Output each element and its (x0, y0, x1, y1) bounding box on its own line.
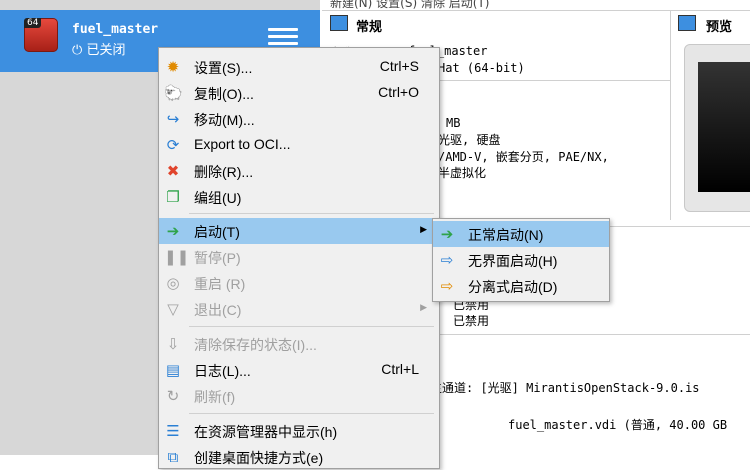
submenu-arrow-icon: ▶ (420, 225, 427, 235)
menu-item-label: 复制(O)... (194, 86, 254, 102)
clone-icon: 🐑 (164, 84, 183, 102)
vm-context-menu: ✹ 设置(S)... Ctrl+S 🐑 复制(O)... Ctrl+O ↪ 移动… (158, 47, 440, 469)
pause-icon: ❚❚ (164, 248, 190, 266)
menu-item-label: 重启 (R) (194, 276, 246, 292)
menu-item-shortcut: Ctrl+O (378, 84, 419, 100)
os-value: Hat (64-bit) (438, 61, 525, 75)
ide-controller-value: 主通道: [光驱] MirantisOpenStack-9.0.is (430, 381, 700, 395)
headless-start-icon: ⇨ (440, 251, 454, 269)
menu-item-pause[interactable]: ❚❚ 暂停(P) (159, 244, 439, 270)
start-submenu: ➔ 正常启动(N) ⇨ 无界面启动(H) ⇨ 分离式启动(D) (432, 218, 610, 302)
menu-item-reset[interactable]: ◎ 重启 (R) (159, 270, 439, 296)
group-icon: ❐ (166, 188, 180, 206)
reset-icon: ◎ (166, 274, 180, 292)
menu-item-label: 设置(S)... (194, 60, 253, 76)
os-logo-icon: 64 (24, 18, 58, 52)
start-arrow-icon: ➔ (166, 222, 180, 240)
submenu-arrow-icon: ▶ (420, 303, 427, 313)
general-section-title: 常规 (356, 20, 383, 35)
menu-item-label: 删除(R)... (194, 164, 254, 180)
menu-item-label: 分离式启动(D) (468, 279, 558, 295)
menu-item-label: 清除保存的状态(I)... (194, 337, 317, 353)
gear-icon: ✹ (166, 58, 180, 76)
menu-item-start[interactable]: ➔ 启动(T) ▶ (159, 218, 439, 244)
menu-item-label: 编组(U) (194, 190, 242, 206)
menu-item-clone[interactable]: 🐑 复制(O)... Ctrl+O (159, 80, 439, 106)
export-icon: ⟳ (166, 136, 180, 154)
menu-item-shortcut: Ctrl+S (379, 58, 419, 74)
menu-item-discard-state[interactable]: ⇩ 清除保存的状态(I)... (159, 331, 439, 357)
explorer-icon: ☰ (166, 422, 180, 440)
menu-item-label: 刷新(f) (194, 389, 236, 405)
discard-icon: ⇩ (166, 335, 180, 353)
menu-item-label: 创建桌面快捷方式(e) (194, 450, 324, 466)
paravirt-value: 半虚拟化 (438, 166, 487, 180)
memory-value: MB (446, 116, 461, 130)
vm-state-label: 已关闭 (86, 43, 126, 58)
menu-separator (189, 213, 434, 214)
menu-item-refresh[interactable]: ↻ 刷新(f) (159, 383, 439, 409)
disabled-value-2: 已禁用 (453, 314, 490, 328)
preview-section-icon (678, 15, 696, 31)
acceleration-value: /AMD-V, 嵌套分页, PAE/NX, (438, 150, 609, 164)
vm-state: ⏻ 已关闭 (72, 39, 125, 58)
detachable-start-icon: ⇨ (440, 277, 454, 295)
refresh-icon: ↻ (166, 387, 180, 405)
log-icon: ▤ (165, 361, 181, 379)
menu-item-show-in-explorer[interactable]: ☰ 在资源管理器中显示(h) (159, 418, 439, 444)
normal-start-icon: ➔ (440, 225, 454, 243)
move-icon: ↪ (166, 110, 180, 128)
menu-item-group[interactable]: ❐ 编组(U) (159, 184, 439, 210)
menu-item-create-shortcut[interactable]: ⧉ 创建桌面快捷方式(e) (159, 444, 439, 470)
vm-item-menu-icon[interactable] (268, 28, 298, 48)
menu-item-label: 移动(M)... (194, 112, 255, 128)
menu-item-log[interactable]: ▤ 日志(L)... Ctrl+L (159, 357, 439, 383)
menu-item-settings[interactable]: ✹ 设置(S)... Ctrl+S (159, 54, 439, 80)
menu-item-label: Export to OCI... (194, 136, 291, 152)
divider (322, 10, 750, 11)
menu-item-label: 退出(C) (194, 302, 242, 318)
divider (670, 10, 671, 220)
menu-item-label: 日志(L)... (194, 363, 251, 379)
menu-item-label: 正常启动(N) (468, 227, 544, 243)
preview-screen (698, 62, 750, 192)
menu-item-label: 暂停(P) (194, 250, 241, 266)
power-icon: ⏻ (72, 43, 83, 58)
boot-order-value: 光驱, 硬盘 (438, 133, 501, 147)
menu-item-label: 启动(T) (194, 224, 240, 240)
shortcut-icon: ⧉ (167, 448, 179, 466)
menu-item-delete[interactable]: ✖ 删除(R)... (159, 158, 439, 184)
menu-separator (189, 326, 434, 327)
menu-item-label: 在资源管理器中显示(h) (194, 424, 338, 440)
menu-item-label: 无界面启动(H) (468, 253, 558, 269)
disk-value: fuel_master.vdi (普通, 40.00 GB (508, 418, 728, 432)
menu-item-close[interactable]: ▽ 退出(C) ▶ (159, 296, 439, 322)
close-down-icon: ▽ (167, 300, 179, 318)
vm-name: fuel_master (72, 22, 159, 37)
delete-icon: ✖ (166, 162, 180, 180)
submenu-item-normal-start[interactable]: ➔ 正常启动(N) (433, 221, 609, 247)
menu-separator (189, 413, 434, 414)
arch-badge: 64 (24, 18, 42, 28)
general-section-icon (330, 15, 348, 31)
menu-item-move[interactable]: ↪ 移动(M)... (159, 106, 439, 132)
menu-item-shortcut: Ctrl+L (381, 361, 419, 377)
menu-item-export-oci[interactable]: ⟳ Export to OCI... (159, 132, 439, 158)
submenu-item-headless-start[interactable]: ⇨ 无界面启动(H) (433, 247, 609, 273)
submenu-item-detachable-start[interactable]: ⇨ 分离式启动(D) (433, 273, 609, 299)
preview-section-title: 预览 (706, 20, 733, 35)
